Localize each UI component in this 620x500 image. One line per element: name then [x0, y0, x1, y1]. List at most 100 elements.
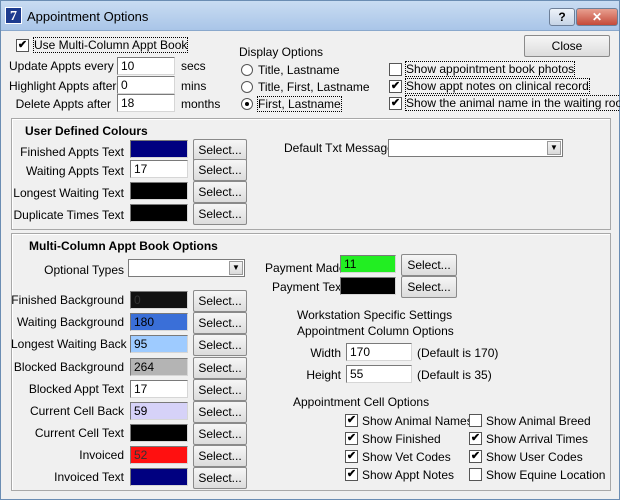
mc-select-6[interactable]: Select...	[193, 423, 247, 445]
delete-label: Delete Appts after	[15, 97, 111, 111]
mc-label-7: Invoiced	[79, 448, 124, 462]
highlight-label: Highlight Appts after	[9, 79, 117, 93]
cell-option-checkbox-2[interactable]: ✔	[345, 432, 358, 445]
cell-option-label-3[interactable]: Show Arrival Times	[486, 432, 588, 446]
payment-made-swatch: 11	[340, 255, 396, 273]
cell-options-title: Appointment Cell Options	[293, 395, 430, 409]
mc-label-5: Current Cell Back	[29, 404, 124, 418]
mc-swatch-6	[130, 424, 188, 442]
radio-title-first-lastname[interactable]	[241, 81, 253, 93]
mc-swatch-1: 180	[130, 313, 188, 331]
mc-swatch-7: 52	[130, 446, 188, 464]
cell-option-label-5[interactable]: Show User Codes	[486, 450, 583, 464]
payment-made-label: Payment Made	[265, 261, 346, 275]
cell-option-checkbox-7[interactable]	[469, 468, 482, 481]
show-notes-checkbox[interactable]: ✔	[389, 80, 402, 93]
mc-select-4[interactable]: Select...	[193, 379, 247, 401]
column-options-title: Appointment Column Options	[297, 324, 454, 338]
mc-select-8[interactable]: Select...	[193, 467, 247, 489]
delete-unit: months	[181, 97, 221, 111]
mc-swatch-8	[130, 468, 188, 486]
uc-label-2: Longest Waiting Text	[13, 186, 124, 200]
multi-column-title: Multi-Column Appt Book Options	[29, 239, 218, 253]
uc-label-3: Duplicate Times Text	[13, 208, 125, 222]
optional-types-label: Optional Types	[44, 263, 124, 277]
window-close-button[interactable]: ✕	[576, 8, 618, 26]
width-input[interactable]: 170	[346, 343, 412, 361]
update-unit: secs	[181, 59, 206, 73]
mc-swatch-0: 0	[130, 291, 188, 309]
workstation-title: Workstation Specific Settings	[297, 308, 453, 322]
uc-swatch-2	[130, 182, 188, 200]
mc-swatch-3: 264	[130, 358, 188, 376]
uc-swatch-0	[130, 140, 188, 158]
app-icon: 7	[5, 7, 22, 24]
update-input[interactable]: 10	[117, 57, 175, 75]
mc-select-1[interactable]: Select...	[193, 312, 247, 334]
show-photos-label[interactable]: Show appointment book photos	[404, 61, 576, 77]
multi-column-checkbox[interactable]: ✔	[16, 39, 29, 52]
radio-title-lastname[interactable]	[241, 64, 253, 76]
mc-label-4: Blocked Appt Text	[28, 382, 124, 396]
cell-option-label-0[interactable]: Show Animal Names	[362, 414, 473, 428]
width-default: (Default is 170)	[417, 346, 499, 360]
radio-first-lastname[interactable]	[241, 98, 253, 110]
cell-option-checkbox-0[interactable]: ✔	[345, 414, 358, 427]
show-animal-name-checkbox[interactable]: ✔	[389, 97, 402, 110]
cell-option-label-6[interactable]: Show Appt Notes	[362, 468, 454, 482]
show-photos-checkbox[interactable]	[389, 63, 402, 76]
cell-option-label-7[interactable]: Show Equine Location	[486, 468, 605, 482]
uc-select-3[interactable]: Select...	[193, 203, 247, 225]
payment-made-select[interactable]: Select...	[401, 254, 457, 276]
uc-swatch-1: 17	[130, 160, 188, 178]
optional-types-combo[interactable]: ▼	[128, 259, 245, 277]
mc-select-3[interactable]: Select...	[193, 357, 247, 379]
mc-label-8: Invoiced Text	[54, 470, 124, 484]
chevron-down-icon[interactable]: ▼	[229, 261, 243, 275]
title-bar[interactable]: 7 Appointment Options ? ✕	[1, 1, 619, 31]
uc-select-2[interactable]: Select...	[193, 181, 247, 203]
radio-label-2[interactable]: First, Lastname	[257, 96, 342, 112]
delete-input[interactable]: 18	[117, 94, 175, 112]
height-input[interactable]: 55	[346, 365, 412, 383]
cell-option-checkbox-4[interactable]: ✔	[345, 450, 358, 463]
uc-select-0[interactable]: Select...	[193, 139, 247, 161]
highlight-input[interactable]: 0	[117, 76, 175, 94]
payment-text-select[interactable]: Select...	[401, 276, 457, 298]
mc-select-5[interactable]: Select...	[193, 401, 247, 423]
uc-label-1: Waiting Appts Text	[25, 164, 124, 178]
mc-select-0[interactable]: Select...	[193, 290, 247, 312]
appointment-options-window: 7 Appointment Options ? ✕ ✔ Use Multi-Co…	[0, 0, 620, 500]
multi-column-label[interactable]: Use Multi-Column Appt Book	[32, 37, 189, 53]
width-label: Width	[310, 346, 341, 360]
show-animal-name-label[interactable]: Show the animal name in the waiting room	[404, 95, 620, 111]
mc-label-2: Longest Waiting Back	[11, 337, 127, 351]
mc-swatch-2: 95	[130, 335, 188, 353]
radio-label-1[interactable]: Title, First, Lastname	[258, 80, 370, 94]
window-title: Appointment Options	[27, 9, 149, 24]
help-button[interactable]: ?	[549, 8, 575, 26]
update-label: Update Appts every	[9, 59, 114, 73]
uc-label-0: Finished Appts Text	[20, 145, 124, 159]
close-button[interactable]: Close	[524, 35, 610, 57]
uc-swatch-3	[130, 204, 188, 222]
cell-option-label-1[interactable]: Show Animal Breed	[486, 414, 591, 428]
cell-option-checkbox-6[interactable]: ✔	[345, 468, 358, 481]
chevron-down-icon[interactable]: ▼	[547, 141, 561, 155]
radio-label-0[interactable]: Title, Lastname	[258, 63, 340, 77]
cell-option-checkbox-1[interactable]	[469, 414, 482, 427]
highlight-unit: mins	[181, 79, 207, 93]
mc-select-7[interactable]: Select...	[193, 445, 247, 467]
default-txt-combo[interactable]: ▼	[388, 139, 563, 157]
cell-option-checkbox-3[interactable]: ✔	[469, 432, 482, 445]
cell-option-label-4[interactable]: Show Vet Codes	[362, 450, 451, 464]
mc-select-2[interactable]: Select...	[193, 334, 247, 356]
cell-option-checkbox-5[interactable]: ✔	[469, 450, 482, 463]
uc-select-1[interactable]: Select...	[193, 159, 247, 181]
show-notes-label[interactable]: Show appt notes on clinical record	[405, 78, 590, 94]
mc-label-0: Finished Background	[11, 293, 124, 307]
mc-label-3: Blocked Background	[13, 360, 124, 374]
cell-option-label-2[interactable]: Show Finished	[362, 432, 441, 446]
height-label: Height	[306, 368, 341, 382]
payment-text-swatch	[340, 277, 396, 295]
